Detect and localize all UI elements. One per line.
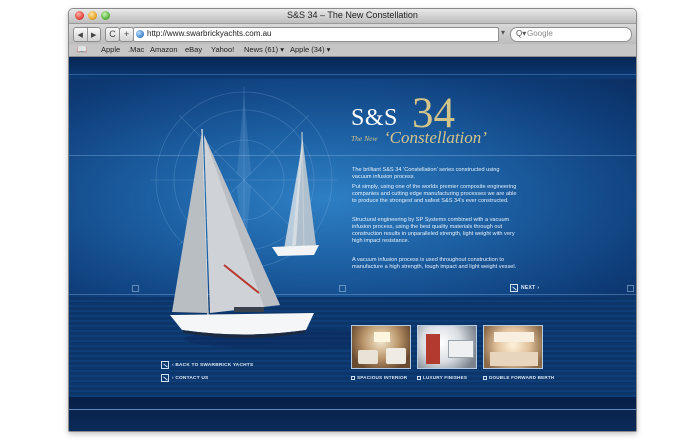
caption-forward-berth-label: DOUBLE FORWARD BERTH — [489, 375, 555, 380]
search-placeholder: Google — [527, 29, 553, 38]
browser-toolbar: ◀ ▶ C + http://www.swarbrickyachts.com.a… — [69, 24, 636, 44]
body-paragraph: Structural engineering by SP Systems com… — [352, 217, 515, 244]
reload-button[interactable]: C — [105, 27, 120, 42]
title-bar: S&S 34 – The New Constellation — [69, 9, 636, 24]
caption-box-icon — [351, 375, 355, 380]
contact-link-icon — [161, 374, 169, 382]
add-bookmark-button[interactable]: + — [119, 27, 134, 42]
decor-square — [627, 285, 634, 292]
bookmarks-bar: 📖 Apple .Mac Amazon eBay Yahoo! News (61… — [69, 44, 636, 57]
bookmark-apple[interactable]: Apple — [101, 45, 120, 54]
body-paragraph: Put simply, using one of the worlds prem… — [352, 184, 517, 204]
bookmark-apple-folder[interactable]: Apple (34) ▾ — [290, 45, 330, 54]
address-dropdown-icon[interactable]: ▾ — [501, 28, 505, 37]
contact-us-link[interactable]: › CONTACT US — [161, 374, 208, 382]
caption-box-icon — [483, 375, 487, 380]
decor-square — [132, 285, 139, 292]
intro-paragraph: The brilliant S&S 34 ‘Constellation’ ser… — [352, 167, 500, 180]
address-bar[interactable]: http://www.swarbrickyachts.com.au — [133, 27, 499, 42]
bookmark-news-folder[interactable]: News (61) ▾ — [244, 45, 284, 54]
search-icon: Q▾ — [516, 29, 527, 38]
search-field[interactable]: Q▾ Google — [510, 27, 632, 42]
back-to-swarbrick-link[interactable]: ‹ BACK TO SWARBRICK YACHTS — [161, 361, 253, 369]
thumbnail-spacious-interior[interactable] — [351, 325, 411, 369]
bookmark-yahoo[interactable]: Yahoo! — [211, 45, 234, 54]
forward-button[interactable]: ▶ — [86, 28, 101, 41]
top-band — [69, 57, 636, 79]
back-button[interactable]: ◀ — [74, 28, 87, 41]
caption-spacious-interior-label: SPACIOUS INTERIOR — [357, 375, 408, 380]
bookmark-ebay[interactable]: eBay — [185, 45, 202, 54]
caption-forward-berth[interactable]: DOUBLE FORWARD BERTH — [483, 375, 554, 380]
back-link-label: ‹ BACK TO SWARBRICK YACHTS — [172, 362, 254, 368]
bottom-band — [69, 397, 636, 431]
bookmark-mac[interactable]: .Mac — [128, 45, 144, 54]
next-label: NEXT › — [521, 285, 540, 291]
caption-spacious-interior[interactable]: SPACIOUS INTERIOR — [351, 375, 407, 380]
body-paragraph: A vacuum infusion process is used throug… — [352, 257, 517, 270]
browser-window: S&S 34 – The New Constellation ◀ ▶ C + h… — [68, 8, 637, 432]
thumbnail-forward-berth[interactable] — [483, 325, 543, 369]
next-button[interactable]: NEXT › — [510, 284, 539, 292]
caption-luxury-finishes[interactable]: LUXURY FINISHES — [417, 375, 467, 380]
address-url: http://www.swarbrickyachts.com.au — [147, 29, 272, 38]
caption-box-icon — [417, 375, 421, 380]
bookmark-amazon[interactable]: Amazon — [150, 45, 178, 54]
web-page: S&S 34 The New ‘Constellation’ The brill… — [69, 57, 636, 431]
back-forward-group: ◀ ▶ — [73, 27, 101, 42]
back-link-icon — [161, 361, 169, 369]
back-arrow-icon: ◀ — [77, 31, 83, 39]
caption-luxury-finishes-label: LUXURY FINISHES — [423, 375, 468, 380]
next-arrow-icon — [510, 284, 518, 292]
thumbnail-luxury-finishes[interactable] — [417, 325, 477, 369]
book-icon[interactable]: 📖 — [77, 45, 87, 54]
globe-icon — [136, 30, 144, 38]
window-title: S&S 34 – The New Constellation — [287, 10, 418, 20]
contact-link-label: › CONTACT US — [172, 375, 209, 381]
logo-the-new: The New — [351, 134, 378, 143]
logo-name: ‘Constellation’ — [384, 128, 487, 147]
forward-arrow-icon: ▶ — [91, 31, 97, 39]
